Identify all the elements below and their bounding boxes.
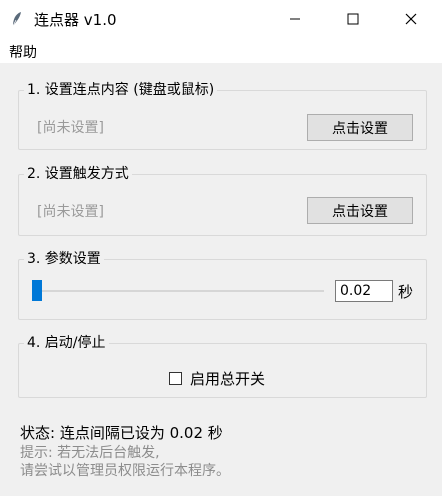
feather-icon [10,11,24,27]
trigger-settings-title: 2. 设置触发方式 [24,164,132,184]
content-settings-title: 1. 设置连点内容 (键盘或鼠标) [24,80,218,100]
trigger-value: [尚未设置] [37,204,104,220]
minimize-button[interactable] [272,0,318,38]
parameter-settings-group: 3. 参数设置 0.02 秒 [18,249,427,320]
title-bar: 连点器 v1.0 [0,0,442,38]
content-value: [尚未设置] [37,120,104,136]
interval-unit: 秒 [398,283,414,301]
set-content-button[interactable]: 点击设置 [307,114,413,141]
start-stop-group: 4. 启动/停止 启用总开关 [18,333,427,398]
status-text: 状态: 连点间隔已设为 0.02 秒 [20,424,223,442]
close-button[interactable] [388,0,434,38]
parameter-settings-title: 3. 参数设置 [24,249,104,269]
set-trigger-button[interactable]: 点击设置 [307,197,413,224]
menu-bar: 帮助 [0,38,442,63]
minimize-icon [290,18,300,20]
master-switch-checkbox[interactable] [169,372,182,385]
master-switch-label: 启用总开关 [190,370,266,388]
start-stop-title: 4. 启动/停止 [24,333,109,353]
master-switch[interactable]: 启用总开关 [169,368,265,389]
interval-slider-track[interactable] [42,290,324,292]
interval-input[interactable]: 0.02 [335,280,393,302]
content-settings-group: 1. 设置连点内容 (键盘或鼠标) [尚未设置] 点击设置 [18,80,427,150]
interval-slider-thumb[interactable] [32,280,42,301]
hint-line-1: 提示: 若无法后台触发, [20,445,160,461]
hint-text: 提示: 若无法后台触发, 请尝试以管理员权限运行本程序。 [20,444,230,480]
maximize-icon [347,13,359,25]
hint-line-2: 请尝试以管理员权限运行本程序。 [20,463,230,479]
menu-help[interactable]: 帮助 [9,42,37,62]
trigger-settings-group: 2. 设置触发方式 [尚未设置] 点击设置 [18,164,427,236]
maximize-button[interactable] [330,0,376,38]
close-icon [405,13,417,25]
window-title: 连点器 v1.0 [34,11,117,29]
